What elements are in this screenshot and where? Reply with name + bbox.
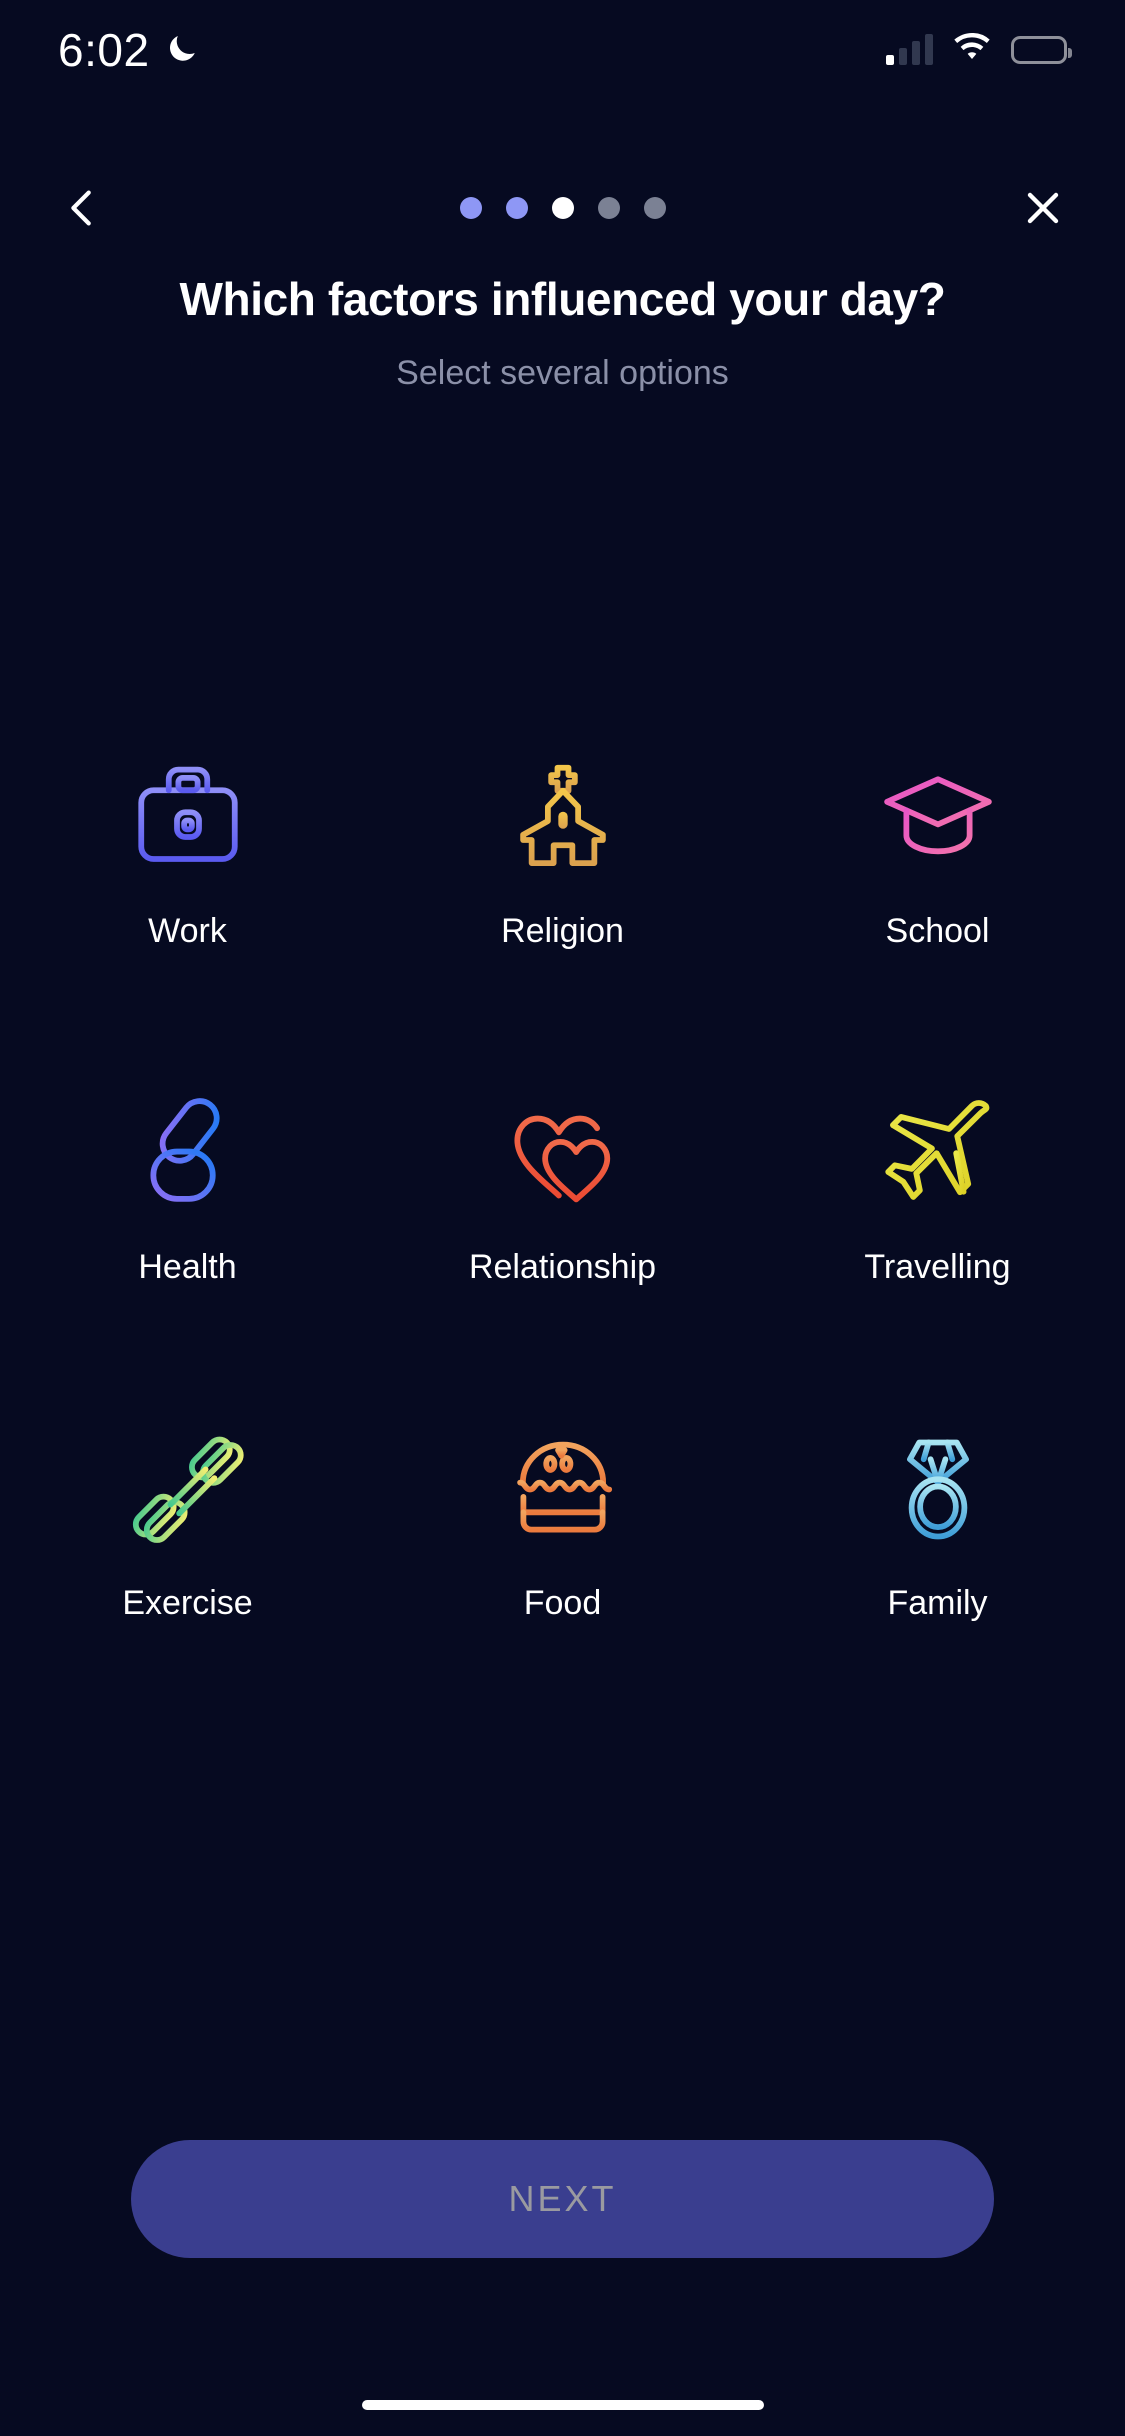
factor-label: Exercise [122, 1584, 253, 1622]
phone-screen: 6:02 Which factors influenced your day? … [0, 0, 1125, 2436]
page-indicator [459, 197, 666, 219]
factor-grid: Work Religion School Health Relationship… [0, 740, 1125, 1620]
factor-label: Travelling [864, 1248, 1011, 1286]
page-dot-5[interactable] [643, 197, 666, 219]
factor-option-exercise[interactable]: Exercise [0, 1412, 375, 1620]
factor-option-religion[interactable]: Religion [375, 740, 750, 948]
page-dot-4[interactable] [597, 197, 620, 219]
status-bar: 6:02 [0, 0, 1125, 100]
factor-option-work[interactable]: Work [0, 740, 375, 948]
factor-option-health[interactable]: Health [0, 1076, 375, 1284]
moon-icon [164, 30, 200, 71]
status-time: 6:02 [58, 24, 150, 76]
back-button[interactable] [40, 166, 124, 250]
factor-label: Work [148, 912, 227, 950]
status-bar-right [886, 32, 1072, 68]
burger-icon [483, 1412, 643, 1562]
page-title: Which factors influenced your day? [179, 273, 946, 325]
page-dot-3[interactable] [551, 197, 574, 219]
cellular-signal-icon [886, 34, 933, 65]
graduation-cap-icon [858, 740, 1018, 890]
briefcase-icon [108, 740, 268, 890]
battery-icon [1011, 36, 1072, 64]
dumbbell-icon [108, 1412, 268, 1562]
factor-label: Food [523, 1584, 602, 1622]
factor-option-school[interactable]: School [750, 740, 1125, 948]
navigation-bar [0, 168, 1125, 248]
close-button[interactable] [1001, 166, 1085, 250]
factor-option-food[interactable]: Food [375, 1412, 750, 1620]
factor-label: Relationship [468, 1248, 657, 1286]
factor-label: Health [138, 1248, 237, 1286]
two-hearts-icon [483, 1076, 643, 1226]
factor-option-family[interactable]: Family [750, 1412, 1125, 1620]
page-dot-2[interactable] [505, 197, 528, 219]
factor-label: Religion [501, 912, 624, 950]
next-button[interactable]: NEXT [131, 2140, 994, 2258]
factor-label: School [885, 912, 990, 950]
home-indicator [361, 2400, 764, 2410]
church-icon [483, 740, 643, 890]
airplane-icon [858, 1076, 1018, 1226]
factor-label: Family [887, 1584, 988, 1622]
wifi-icon [951, 32, 993, 68]
diamond-ring-icon [858, 1412, 1018, 1562]
factor-option-travelling[interactable]: Travelling [750, 1076, 1125, 1284]
factor-option-relationship[interactable]: Relationship [375, 1076, 750, 1284]
page-dot-1[interactable] [459, 197, 482, 219]
pills-icon [108, 1076, 268, 1226]
page-subtitle: Select several options [396, 354, 729, 392]
status-bar-left: 6:02 [58, 27, 200, 73]
